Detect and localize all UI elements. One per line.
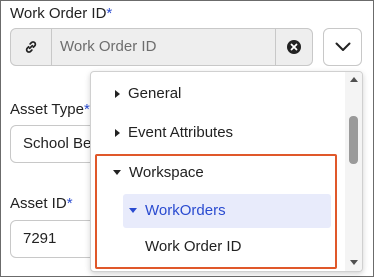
chevron-down-icon <box>335 42 350 51</box>
dropdown-toggle-button[interactable] <box>323 28 362 66</box>
dropdown-scrollbar[interactable] <box>345 72 362 271</box>
tree-item-general[interactable]: General <box>115 85 181 102</box>
work-order-id-label: Work Order ID* <box>10 5 113 22</box>
asset-type-label: Asset Type* <box>10 101 90 118</box>
work-order-id-field[interactable]: Work Order ID <box>10 28 313 66</box>
asset-id-value: 7291 <box>23 230 57 247</box>
scroll-down-arrow-icon[interactable] <box>350 260 358 265</box>
clear-button[interactable] <box>275 29 312 65</box>
link-button[interactable] <box>11 29 52 65</box>
clear-circle-x-icon <box>287 40 301 54</box>
asset-type-value: School Bea <box>23 135 100 152</box>
work-order-id-placeholder: Work Order ID <box>60 38 157 55</box>
asset-id-label: Asset ID* <box>10 195 73 212</box>
caret-right-icon[interactable] <box>115 128 120 137</box>
caret-right-icon[interactable] <box>115 89 120 98</box>
link-icon <box>25 41 37 53</box>
field-picker-dropdown[interactable]: General Event Attributes Workspace WorkO… <box>90 71 363 272</box>
scroll-up-arrow-icon[interactable] <box>350 77 358 82</box>
scroll-thumb[interactable] <box>349 116 358 164</box>
annotation-highlight-box <box>95 154 337 269</box>
tree-item-event-attributes[interactable]: Event Attributes <box>115 124 233 141</box>
